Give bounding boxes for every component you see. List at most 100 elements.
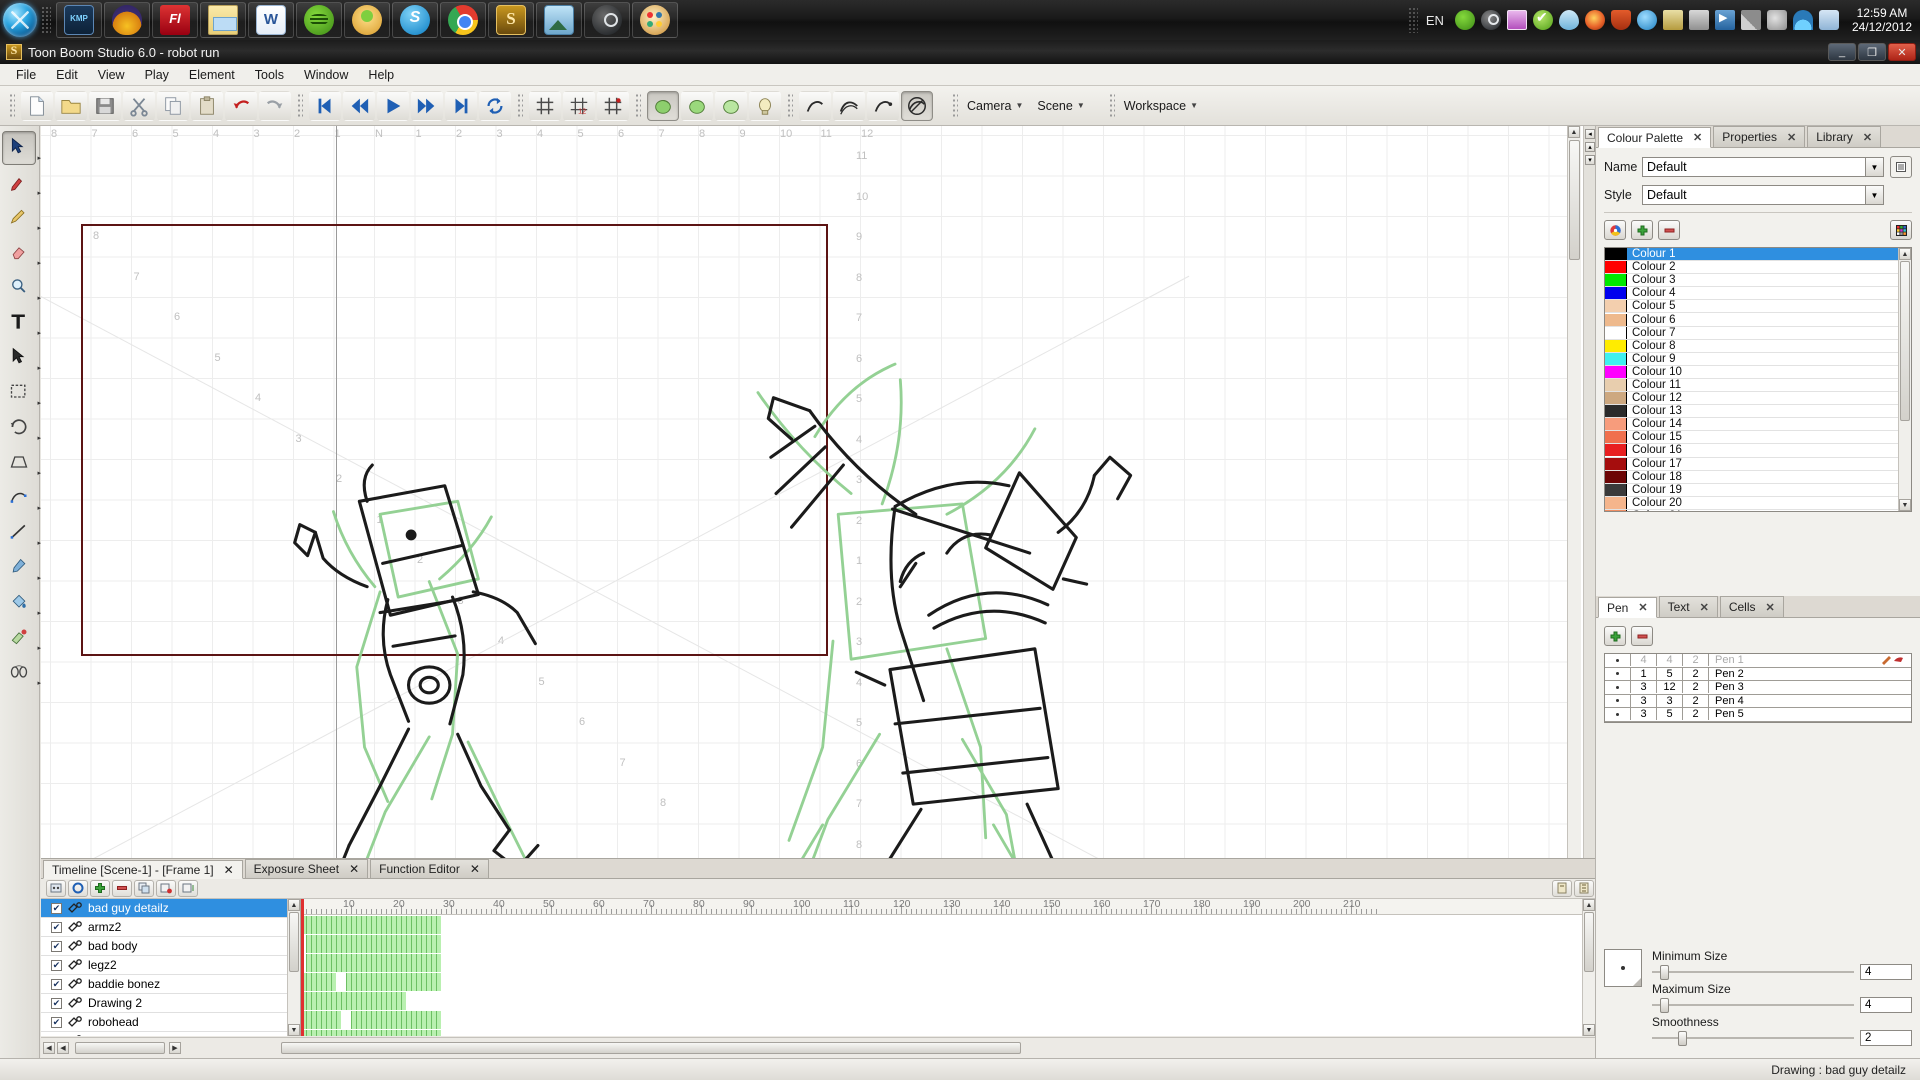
menu-edit[interactable]: Edit	[46, 66, 88, 84]
pencil-tool[interactable]: ▸	[2, 201, 41, 235]
workspace-dropdown[interactable]: Workspace ▼	[1120, 99, 1208, 113]
wifi-tray-icon[interactable]	[1792, 10, 1813, 30]
firefox-tray-icon[interactable]	[1584, 10, 1605, 30]
menu-file[interactable]: File	[6, 66, 46, 84]
spotify-tray-icon[interactable]	[1454, 10, 1475, 30]
tab-library[interactable]: Library ✕	[1807, 126, 1882, 147]
timeline-hscroll-thumb[interactable]	[281, 1042, 1021, 1054]
new-colour-button[interactable]	[1604, 220, 1626, 240]
colour-row[interactable]: Colour 14	[1605, 418, 1911, 432]
canvas-vscroll-thumb[interactable]	[1569, 140, 1580, 260]
colour-scroll-up-button[interactable]: ▲	[1899, 248, 1911, 260]
close-icon[interactable]: ✕	[1863, 131, 1872, 144]
colour-row[interactable]: Colour 6	[1605, 313, 1911, 327]
timeline-cell-row[interactable]	[301, 954, 1582, 972]
add-layer-button[interactable]	[90, 880, 110, 897]
layer-row[interactable]: ✔ bad body	[41, 937, 300, 956]
layer-list-scrollbar[interactable]: ▲ ▼	[287, 899, 300, 1036]
taskbar-word-icon[interactable]	[248, 2, 294, 38]
slider-value[interactable]: 4	[1860, 964, 1912, 980]
timeline-cell-row[interactable]	[301, 935, 1582, 953]
network-tray-icon[interactable]	[1740, 10, 1761, 30]
colour-row[interactable]: Colour 21	[1605, 509, 1911, 511]
timeline-scroll-left2-button[interactable]: ◀	[57, 1042, 69, 1054]
onion-next-button[interactable]	[715, 90, 747, 121]
next-frame-button[interactable]	[411, 90, 443, 121]
media-tray-icon[interactable]	[1714, 10, 1735, 30]
toolbar-grip[interactable]	[9, 92, 15, 119]
layer-scroll-thumb[interactable]	[289, 912, 299, 972]
timeline-exposure-block[interactable]	[306, 935, 441, 953]
timeline-cell-row[interactable]	[301, 992, 1582, 1010]
tab-cells[interactable]: Cells ✕	[1719, 596, 1784, 617]
redo-button[interactable]	[259, 90, 291, 121]
close-icon[interactable]: ✕	[1693, 131, 1702, 144]
expand-button[interactable]	[1574, 880, 1594, 897]
layer-visibility-checkbox[interactable]: ✔	[51, 1016, 62, 1028]
timeline-grid[interactable]: 10 20 30 40 50 60 70 80 90 100 110 120 130 140 150 160 1…	[301, 899, 1582, 1036]
slider-value[interactable]: 2	[1860, 1030, 1912, 1046]
close-button[interactable]: ✕	[1888, 43, 1916, 61]
add-pen-button[interactable]	[1604, 626, 1626, 646]
grid-options-button[interactable]	[597, 90, 629, 121]
message-tray-icon[interactable]	[1818, 10, 1839, 30]
taskbar-flash-icon[interactable]	[152, 2, 198, 38]
timeline-exposure-block[interactable]	[301, 916, 441, 934]
timeline-cell-row[interactable]	[301, 916, 1582, 934]
tray-grip[interactable]	[1407, 7, 1418, 33]
text-tool[interactable]: ▸	[2, 306, 41, 340]
canvas-scroll-up-button[interactable]: ▲	[1568, 126, 1580, 138]
undo-button[interactable]	[225, 90, 257, 121]
timeline-vertical-scrollbar[interactable]: ▲ ▼	[1582, 899, 1595, 1036]
loop-button[interactable]	[479, 90, 511, 121]
timeline-exposure-block[interactable]	[346, 973, 441, 991]
palette-name-chevron-down-icon[interactable]: ▼	[1866, 157, 1884, 177]
slider-knob[interactable]	[1660, 964, 1669, 980]
menu-help[interactable]: Help	[358, 66, 404, 84]
palette-style-chevron-down-icon[interactable]: ▼	[1866, 185, 1884, 205]
taskbar-grip[interactable]	[41, 6, 51, 34]
collapse-button[interactable]	[1552, 880, 1572, 897]
timeline-horizontal-scrollbar[interactable]: ◀ ◀ ▶	[41, 1037, 1595, 1058]
taskbar-headphones-icon[interactable]	[104, 2, 150, 38]
colour-scroll-thumb[interactable]	[1900, 261, 1910, 421]
paint-tool[interactable]: ▸	[2, 586, 41, 620]
menu-tools[interactable]: Tools	[245, 66, 294, 84]
colour-row[interactable]: Colour 20	[1605, 496, 1911, 510]
toolbar-grip[interactable]	[297, 92, 303, 119]
language-indicator[interactable]: EN	[1426, 13, 1444, 28]
colour-row[interactable]: Colour 7	[1605, 326, 1911, 340]
colour-row[interactable]: Colour 2	[1605, 261, 1911, 275]
brush-tool[interactable]: ▸	[2, 166, 41, 200]
dropbox-tray-icon[interactable]	[1558, 10, 1579, 30]
close-icon[interactable]: ✕	[224, 863, 234, 877]
colour-row[interactable]: Colour 16	[1605, 444, 1911, 458]
camera-dropdown[interactable]: Camera ▼	[963, 99, 1033, 113]
add-element-button[interactable]	[46, 880, 66, 897]
colour-row[interactable]: Colour 17	[1605, 457, 1911, 471]
timeline-tab[interactable]: Timeline [Scene-1] - [Frame 1] ✕	[43, 860, 243, 879]
layer-visibility-checkbox[interactable]: ✔	[51, 940, 62, 952]
layer-row[interactable]: ✔ armz2	[41, 918, 300, 937]
timeline-scroll-up-button[interactable]: ▲	[1583, 899, 1595, 911]
dock-btn-1[interactable]: ◂	[1585, 129, 1595, 139]
slider-value[interactable]: 4	[1860, 997, 1912, 1013]
taskbar-spotify-icon[interactable]	[296, 2, 342, 38]
pencil-tool-button[interactable]	[867, 90, 899, 121]
cut-button[interactable]	[123, 90, 155, 121]
save-button[interactable]	[89, 90, 121, 121]
colour-list[interactable]: Colour 1 Colour 2 Colour 3 Colour 4 Colour 5…	[1604, 247, 1912, 512]
palette-menu-button[interactable]	[1890, 156, 1912, 178]
timeline-exposure-block[interactable]	[301, 1030, 441, 1036]
play-button[interactable]	[377, 90, 409, 121]
clock[interactable]: 12:59 AM 24/12/2012	[1852, 6, 1912, 34]
function-button[interactable]	[178, 880, 198, 897]
close-icon[interactable]: ✕	[1765, 601, 1774, 614]
taskbar-kmplayer-icon[interactable]	[56, 2, 102, 38]
colour-row[interactable]: Colour 5	[1605, 300, 1911, 314]
toolbar-grip[interactable]	[787, 92, 793, 119]
slider-knob[interactable]	[1678, 1030, 1687, 1046]
toolbar-grip[interactable]	[1108, 92, 1115, 119]
repaint-tool[interactable]: ▸	[2, 621, 41, 655]
timeline-tab[interactable]: Exposure Sheet ✕	[244, 859, 369, 878]
